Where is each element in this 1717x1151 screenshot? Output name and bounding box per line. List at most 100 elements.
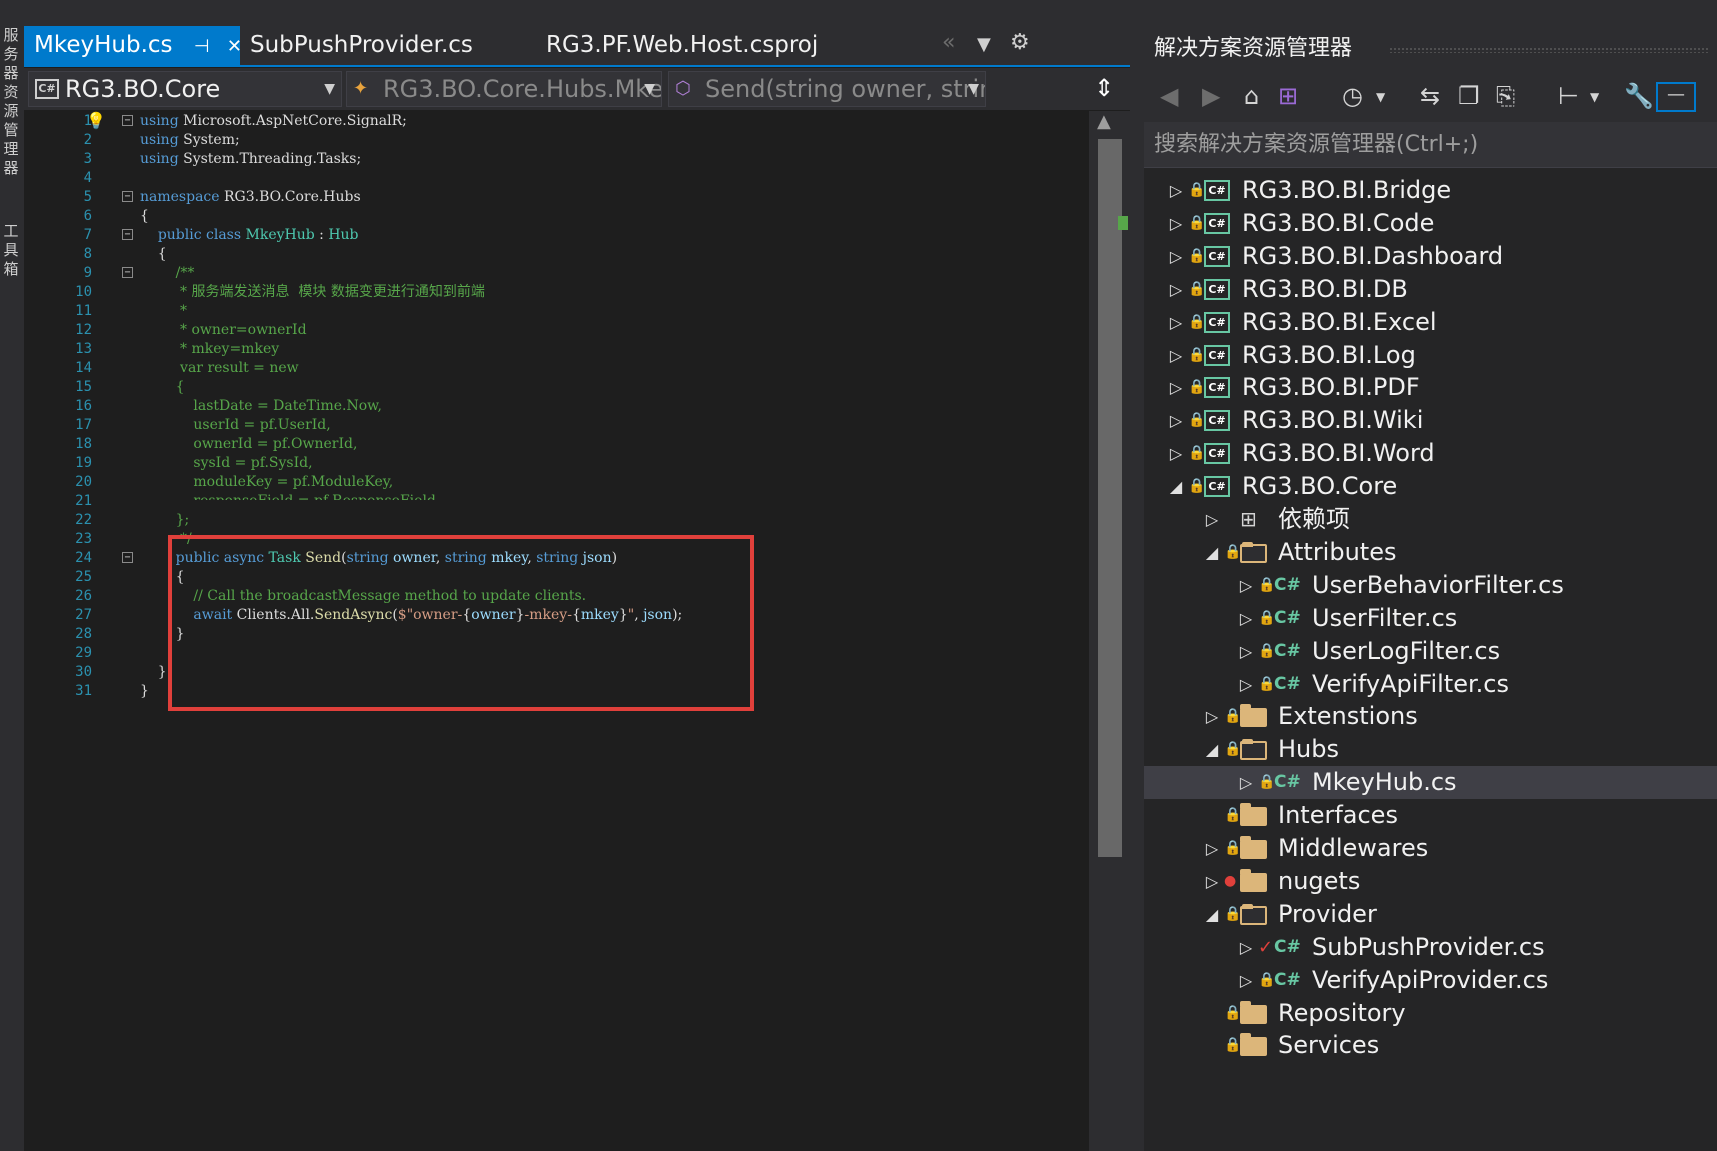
tree-item[interactable]: ▷ ● nugets (1144, 865, 1717, 898)
collapsed-arrow-icon[interactable]: ▷ (1238, 635, 1254, 668)
lightbulb-icon[interactable]: 💡 (86, 111, 106, 130)
tree-item[interactable]: ▷ ✓ C# SubPushProvider.cs (1144, 931, 1717, 964)
project-dropdown[interactable]: C# RG3.BO.Core ▼ (28, 71, 342, 107)
tree-item[interactable]: ▷ 🔒 Extenstions (1144, 700, 1717, 733)
split-editor-icon[interactable]: ⇕ (1094, 74, 1114, 102)
fold-toggle[interactable]: − (122, 191, 133, 202)
collapsed-arrow-icon[interactable]: ▷ (1238, 931, 1254, 964)
tree-item[interactable]: ▷ 🔒 C# MkeyHub.cs (1144, 766, 1717, 800)
tree-item[interactable]: ▷ 🔒 C# RG3.BO.BI.Bridge (1144, 174, 1717, 207)
csharp-file-icon: C# (1274, 673, 1301, 694)
forward-icon[interactable]: ▶ (1202, 82, 1220, 110)
expanded-arrow-icon[interactable]: ◢ (1168, 470, 1184, 503)
tab-mkeyhub[interactable]: MkeyHub.cs ⊣ ✕ (24, 26, 242, 66)
properties-wrench-icon[interactable]: 🔧 (1624, 82, 1654, 110)
switch-views-icon[interactable]: ⊞ (1278, 82, 1298, 110)
pin-icon[interactable]: ⊣ (194, 27, 210, 66)
tree-item[interactable]: ◢ 🔒 Attributes (1144, 536, 1717, 569)
code-line: { (140, 246, 167, 262)
tree-item[interactable]: ▷ 🔒 C# VerifyApiFilter.cs (1144, 668, 1717, 701)
csharp-project-icon: C# (1204, 476, 1230, 498)
collapsed-arrow-icon[interactable]: ▷ (1168, 273, 1184, 306)
member-dropdown[interactable]: ⬡ Send(string owner, string ▼ (668, 71, 986, 107)
tree-item[interactable]: ◢ 🔒 Hubs (1144, 733, 1717, 766)
collapsed-arrow-icon[interactable]: ▷ (1238, 668, 1254, 701)
fold-toggle[interactable]: − (122, 115, 133, 126)
tree-item[interactable]: ▷ 🔒 C# RG3.BO.BI.PDF (1144, 371, 1717, 404)
collapsed-arrow-icon[interactable]: ▷ (1204, 832, 1220, 865)
tree-item[interactable]: ▷ 🔒 Middlewares (1144, 832, 1717, 865)
scrollbar-thumb[interactable] (1098, 139, 1122, 857)
tree-item[interactable]: ◢ 🔒 Provider (1144, 898, 1717, 931)
solution-tree: ▷ 🔒 C# RG3.BO.BI.Bridge ▷ 🔒 C# RG3.BO.BI.Code ▷ 🔒… (1144, 174, 1717, 1151)
csharp-project-icon: C# (1204, 377, 1230, 399)
tab-subpushprovider[interactable]: SubPushProvider.cs (240, 26, 540, 65)
preview-selected-items-icon[interactable]: — (1656, 82, 1696, 112)
show-all-files-icon[interactable]: ⎘ (1496, 82, 1515, 110)
tree-item[interactable]: ◢ 🔒 C# RG3.BO.Core (1144, 470, 1717, 503)
tree-item[interactable]: 🔒 Services (1144, 1029, 1717, 1062)
tree-item[interactable]: ▷ 🔒 C# UserLogFilter.cs (1144, 635, 1717, 668)
collapsed-arrow-icon[interactable]: ▷ (1168, 371, 1184, 404)
toolbox-tab[interactable]: 工具箱 (2, 222, 20, 279)
tree-item[interactable]: ▷ 🔒 C# RG3.BO.BI.Log (1144, 339, 1717, 372)
server-explorer-tab[interactable]: 服务器资源管理器 (2, 26, 20, 178)
expanded-arrow-icon[interactable]: ◢ (1204, 733, 1220, 766)
tree-item[interactable]: ▷ 🔒 C# RG3.BO.BI.Dashboard (1144, 240, 1717, 273)
collapsed-arrow-icon[interactable]: ▷ (1168, 339, 1184, 372)
collapsed-arrow-icon[interactable]: ▷ (1238, 766, 1254, 799)
tree-item-label: Attributes (1278, 537, 1397, 566)
gear-icon[interactable]: ⚙ (1010, 30, 1030, 55)
chevron-down-icon[interactable]: ▼ (1376, 90, 1385, 104)
expanded-arrow-icon[interactable]: ◢ (1204, 536, 1220, 569)
tab-webhost-csproj[interactable]: RG3.PF.Web.Host.csproj (536, 26, 836, 65)
chevron-down-icon[interactable]: ▼ (1590, 90, 1599, 104)
fold-toggle[interactable]: − (122, 552, 133, 563)
tab-list-dropdown-icon[interactable]: ▼ (977, 34, 991, 55)
tree-item[interactable]: ▷ 🔒 C# RG3.BO.BI.Excel (1144, 306, 1717, 339)
sync-icon[interactable]: ⇆ (1420, 82, 1440, 110)
collapsed-arrow-icon[interactable]: ▷ (1238, 602, 1254, 635)
collapsed-arrow-icon[interactable]: ▷ (1238, 569, 1254, 602)
fold-toggle[interactable]: − (122, 229, 133, 240)
collapsed-arrow-icon[interactable]: ▷ (1238, 964, 1254, 997)
type-dropdown[interactable]: ✦ RG3.BO.Core.Hubs.Mkey ▼ (346, 71, 662, 107)
back-icon[interactable]: ◀ (1160, 82, 1178, 110)
chevron-down-icon: ▼ (644, 81, 655, 97)
tree-item[interactable]: ▷ 🔒 C# RG3.BO.BI.DB (1144, 273, 1717, 306)
tree-item[interactable]: ▷ 🔒 C# UserBehaviorFilter.cs (1144, 569, 1717, 602)
collapsed-arrow-icon[interactable]: ▷ (1168, 404, 1184, 437)
tree-item[interactable]: ▷ 🔒 C# RG3.BO.BI.Word (1144, 437, 1717, 470)
tree-item[interactable]: ▷ 🔒 C# VerifyApiProvider.cs (1144, 964, 1717, 997)
scroll-tabs-left-icon[interactable]: « (942, 30, 955, 55)
line-number: 25 (75, 569, 92, 585)
collapsed-arrow-icon[interactable]: ▷ (1168, 207, 1184, 240)
tab-label: SubPushProvider.cs (250, 32, 473, 58)
collapse-all-icon[interactable]: ❐ (1458, 82, 1480, 110)
home-icon[interactable]: ⌂ (1244, 82, 1259, 110)
collapsed-arrow-icon[interactable]: ▷ (1168, 240, 1184, 273)
tree-item[interactable]: 🔒 Interfaces (1144, 799, 1717, 832)
scroll-up-icon[interactable]: ▲ (1097, 111, 1111, 132)
tree-item-label: VerifyApiProvider.cs (1312, 965, 1549, 994)
tree-item[interactable]: ▷ 🔒 C# RG3.BO.BI.Code (1144, 207, 1717, 240)
lock-icon: 🔒 (1188, 445, 1206, 462)
collapsed-arrow-icon[interactable]: ▷ (1204, 865, 1220, 898)
editor-vertical-scrollbar[interactable]: ▲ (1089, 111, 1130, 1151)
tree-item[interactable]: 🔒 Repository (1144, 997, 1717, 1030)
tree-item[interactable]: ▷ 🔒 C# UserFilter.cs (1144, 602, 1717, 635)
collapsed-arrow-icon[interactable]: ▷ (1204, 700, 1220, 733)
expanded-arrow-icon[interactable]: ◢ (1204, 898, 1220, 931)
fold-toggle[interactable]: − (122, 267, 133, 278)
collapsed-arrow-icon[interactable]: ▷ (1168, 306, 1184, 339)
method-icon: ⬡ (675, 78, 691, 99)
line-number: 3 (83, 151, 92, 167)
tree-item[interactable]: ▷ ⊞ 依赖项 (1144, 503, 1717, 536)
solution-search-input[interactable]: 搜索解决方案资源管理器(Ctrl+;) (1144, 122, 1717, 168)
collapsed-arrow-icon[interactable]: ▷ (1168, 437, 1184, 470)
collapsed-arrow-icon[interactable]: ▷ (1204, 503, 1220, 536)
pending-changes-filter-icon[interactable]: ◷ (1342, 82, 1363, 110)
view-class-diagram-icon[interactable]: ⊢ (1558, 82, 1579, 110)
tree-item[interactable]: ▷ 🔒 C# RG3.BO.BI.Wiki (1144, 404, 1717, 437)
collapsed-arrow-icon[interactable]: ▷ (1168, 174, 1184, 207)
